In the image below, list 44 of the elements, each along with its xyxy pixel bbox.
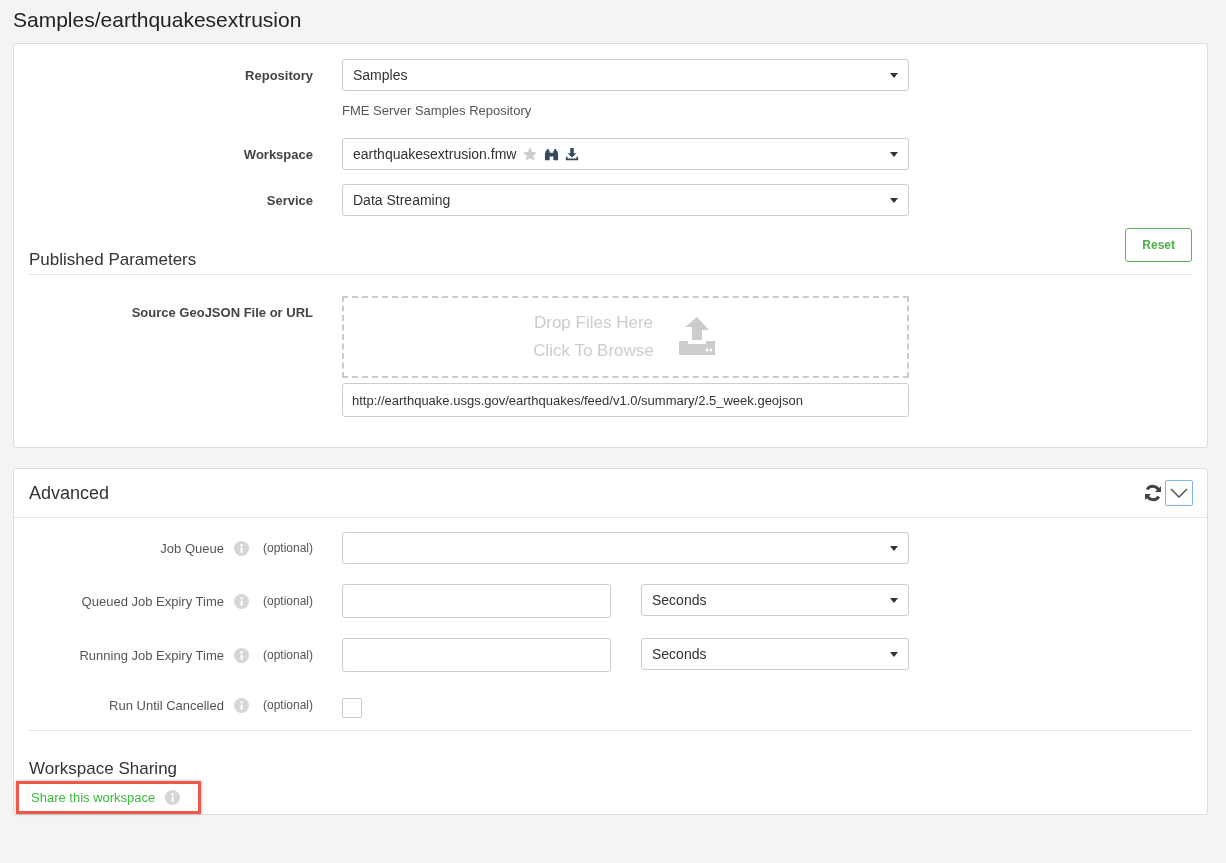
field-label: Source GeoJSON File or URL — [131, 305, 313, 320]
optional-note: (optional) — [262, 698, 313, 712]
panel-title: Advanced — [29, 482, 110, 504]
info-icon — [233, 647, 249, 663]
optional-note: (optional) — [262, 541, 313, 555]
info-icon — [233, 593, 249, 609]
section-heading: Published Parameters — [29, 250, 1192, 275]
optional-note: (optional) — [262, 648, 313, 662]
select-field[interactable]: earthquakesextrusion.fmw — [342, 138, 909, 170]
select-field[interactable]: Samples — [342, 59, 909, 91]
info-icon — [233, 697, 249, 713]
caret-icon — [890, 545, 898, 551]
caret-icon — [890, 651, 898, 657]
binoculars-icon[interactable] — [544, 146, 560, 162]
unit-select[interactable]: Seconds — [641, 638, 909, 670]
chevron-icon — [1170, 488, 1188, 498]
field-label: Workspace — [243, 147, 313, 162]
caret-icon — [890, 197, 898, 203]
help-text: FME Server Samples Repository — [342, 103, 533, 118]
unit-select[interactable]: Seconds — [641, 584, 909, 616]
star-icon[interactable] — [522, 146, 539, 162]
field-label: Run Until Cancelled — [109, 697, 224, 713]
checkbox[interactable] — [342, 698, 362, 718]
time-input[interactable] — [342, 584, 611, 618]
caret-icon — [890, 597, 898, 603]
time-input[interactable] — [342, 638, 611, 672]
refresh-icon[interactable] — [1143, 483, 1163, 503]
optional-note: (optional) — [262, 594, 313, 608]
page-title: Samples/earthquakesextrusion — [13, 7, 303, 33]
field-label: Running Job Expiry Time — [79, 647, 224, 663]
field-label: Job Queue — [160, 540, 224, 556]
download-icon[interactable] — [565, 147, 580, 161]
field-label: Service — [266, 193, 313, 208]
caret-icon — [890, 151, 898, 157]
info-icon — [165, 790, 181, 805]
select-field[interactable]: Data Streaming — [342, 184, 909, 216]
collapse-toggle[interactable] — [1165, 480, 1193, 506]
url-field[interactable]: http://earthquake.usgs.gov/earthquakes/feed/v1.0/summary/2.5_week.geojson — [342, 383, 909, 417]
caret-icon — [890, 72, 898, 78]
field-label: Repository — [245, 68, 313, 83]
select-field[interactable] — [342, 532, 909, 564]
info-icon — [233, 540, 249, 556]
section-heading: Workspace Sharing — [29, 759, 179, 779]
field-label: Queued Job Expiry Time — [81, 593, 224, 609]
